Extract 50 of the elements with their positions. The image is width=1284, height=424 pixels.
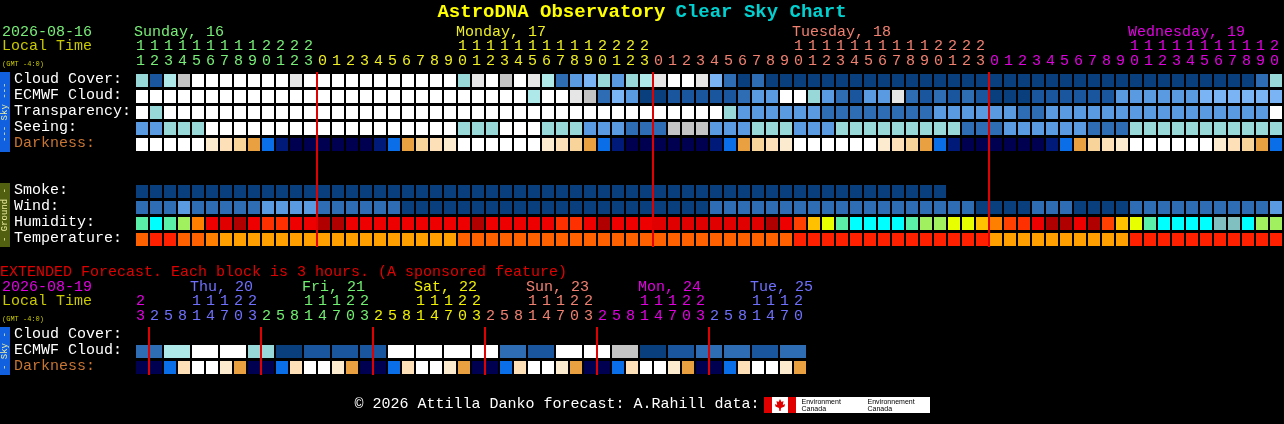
row-label: Humidity:	[13, 215, 96, 231]
row-label: Transparency:	[13, 104, 133, 120]
day-label: Mon, 24	[638, 279, 701, 296]
hour-digits: 012345678901234567890	[989, 53, 1284, 70]
row-label: Darkness:	[13, 359, 96, 375]
row-label: ECMWF Cloud:	[13, 88, 124, 104]
hour-tens-digits: 1112	[752, 293, 808, 310]
extended-forecast-heading: EXTENDED Forecast. Each block is 3 hours. (A sponsored feature)	[0, 265, 569, 281]
row-label: Wind:	[13, 199, 60, 215]
hour-tens-digits: 11122	[528, 293, 598, 310]
day-label: Sat, 22	[414, 279, 477, 296]
section-side-label: --- Sky ---	[0, 72, 10, 152]
hour-digits: 25814703	[373, 308, 486, 325]
copyright-text: © 2026 Attilla Danko	[354, 397, 535, 413]
observatory-title: AstroDNA Observatory	[437, 0, 666, 25]
row-label: Cloud Cover:	[13, 327, 124, 343]
section-side-label: - Ground -	[0, 183, 10, 247]
row-label: ECMWF Cloud:	[13, 343, 124, 359]
chart-title: Clear Sky Chart	[675, 0, 847, 25]
hour-digits: 012345678901234567890123	[317, 53, 655, 70]
day-label: Fri, 21	[302, 279, 365, 296]
hour-digits: 25814703	[485, 308, 598, 325]
hour-digits: 1234567890123	[135, 53, 319, 70]
hour-tens-digits: 11122	[192, 293, 262, 310]
date-label: 2026-08-16	[2, 26, 93, 40]
section-side-label: - Sky -	[0, 327, 10, 375]
hour-digits: 2581470	[709, 308, 808, 325]
flag-icon	[763, 397, 796, 413]
row-label: Seeing:	[13, 120, 78, 136]
hour-tens-digits: 11122	[416, 293, 486, 310]
data-credit: data:	[714, 397, 760, 413]
day-label: Tue, 25	[750, 279, 813, 296]
hour-tens-digits: 11122	[640, 293, 710, 310]
forecast-credit: forecast: A.Rahill	[543, 397, 706, 413]
row-label: Darkness:	[13, 136, 96, 152]
hour-tens-digits: 11122	[304, 293, 374, 310]
hour-tens-digits: 2	[135, 293, 150, 310]
row-label: Cloud Cover:	[13, 72, 124, 88]
local-time-label: Local Time	[2, 295, 93, 309]
row-label: Smoke:	[13, 183, 69, 199]
day-label: Thu, 20	[190, 279, 253, 296]
hour-digits: 25814703	[149, 308, 262, 325]
hour-digits: 3	[135, 308, 150, 325]
local-time-label: Local Time	[2, 40, 93, 54]
hour-digits: 012345678901234567890123	[653, 53, 991, 70]
hour-digits: 25814703	[261, 308, 374, 325]
hour-digits: 25814703	[597, 308, 710, 325]
row-label: Temperature:	[13, 231, 124, 247]
date-label: 2026-08-19	[2, 281, 93, 295]
day-label: Sun, 23	[526, 279, 589, 296]
